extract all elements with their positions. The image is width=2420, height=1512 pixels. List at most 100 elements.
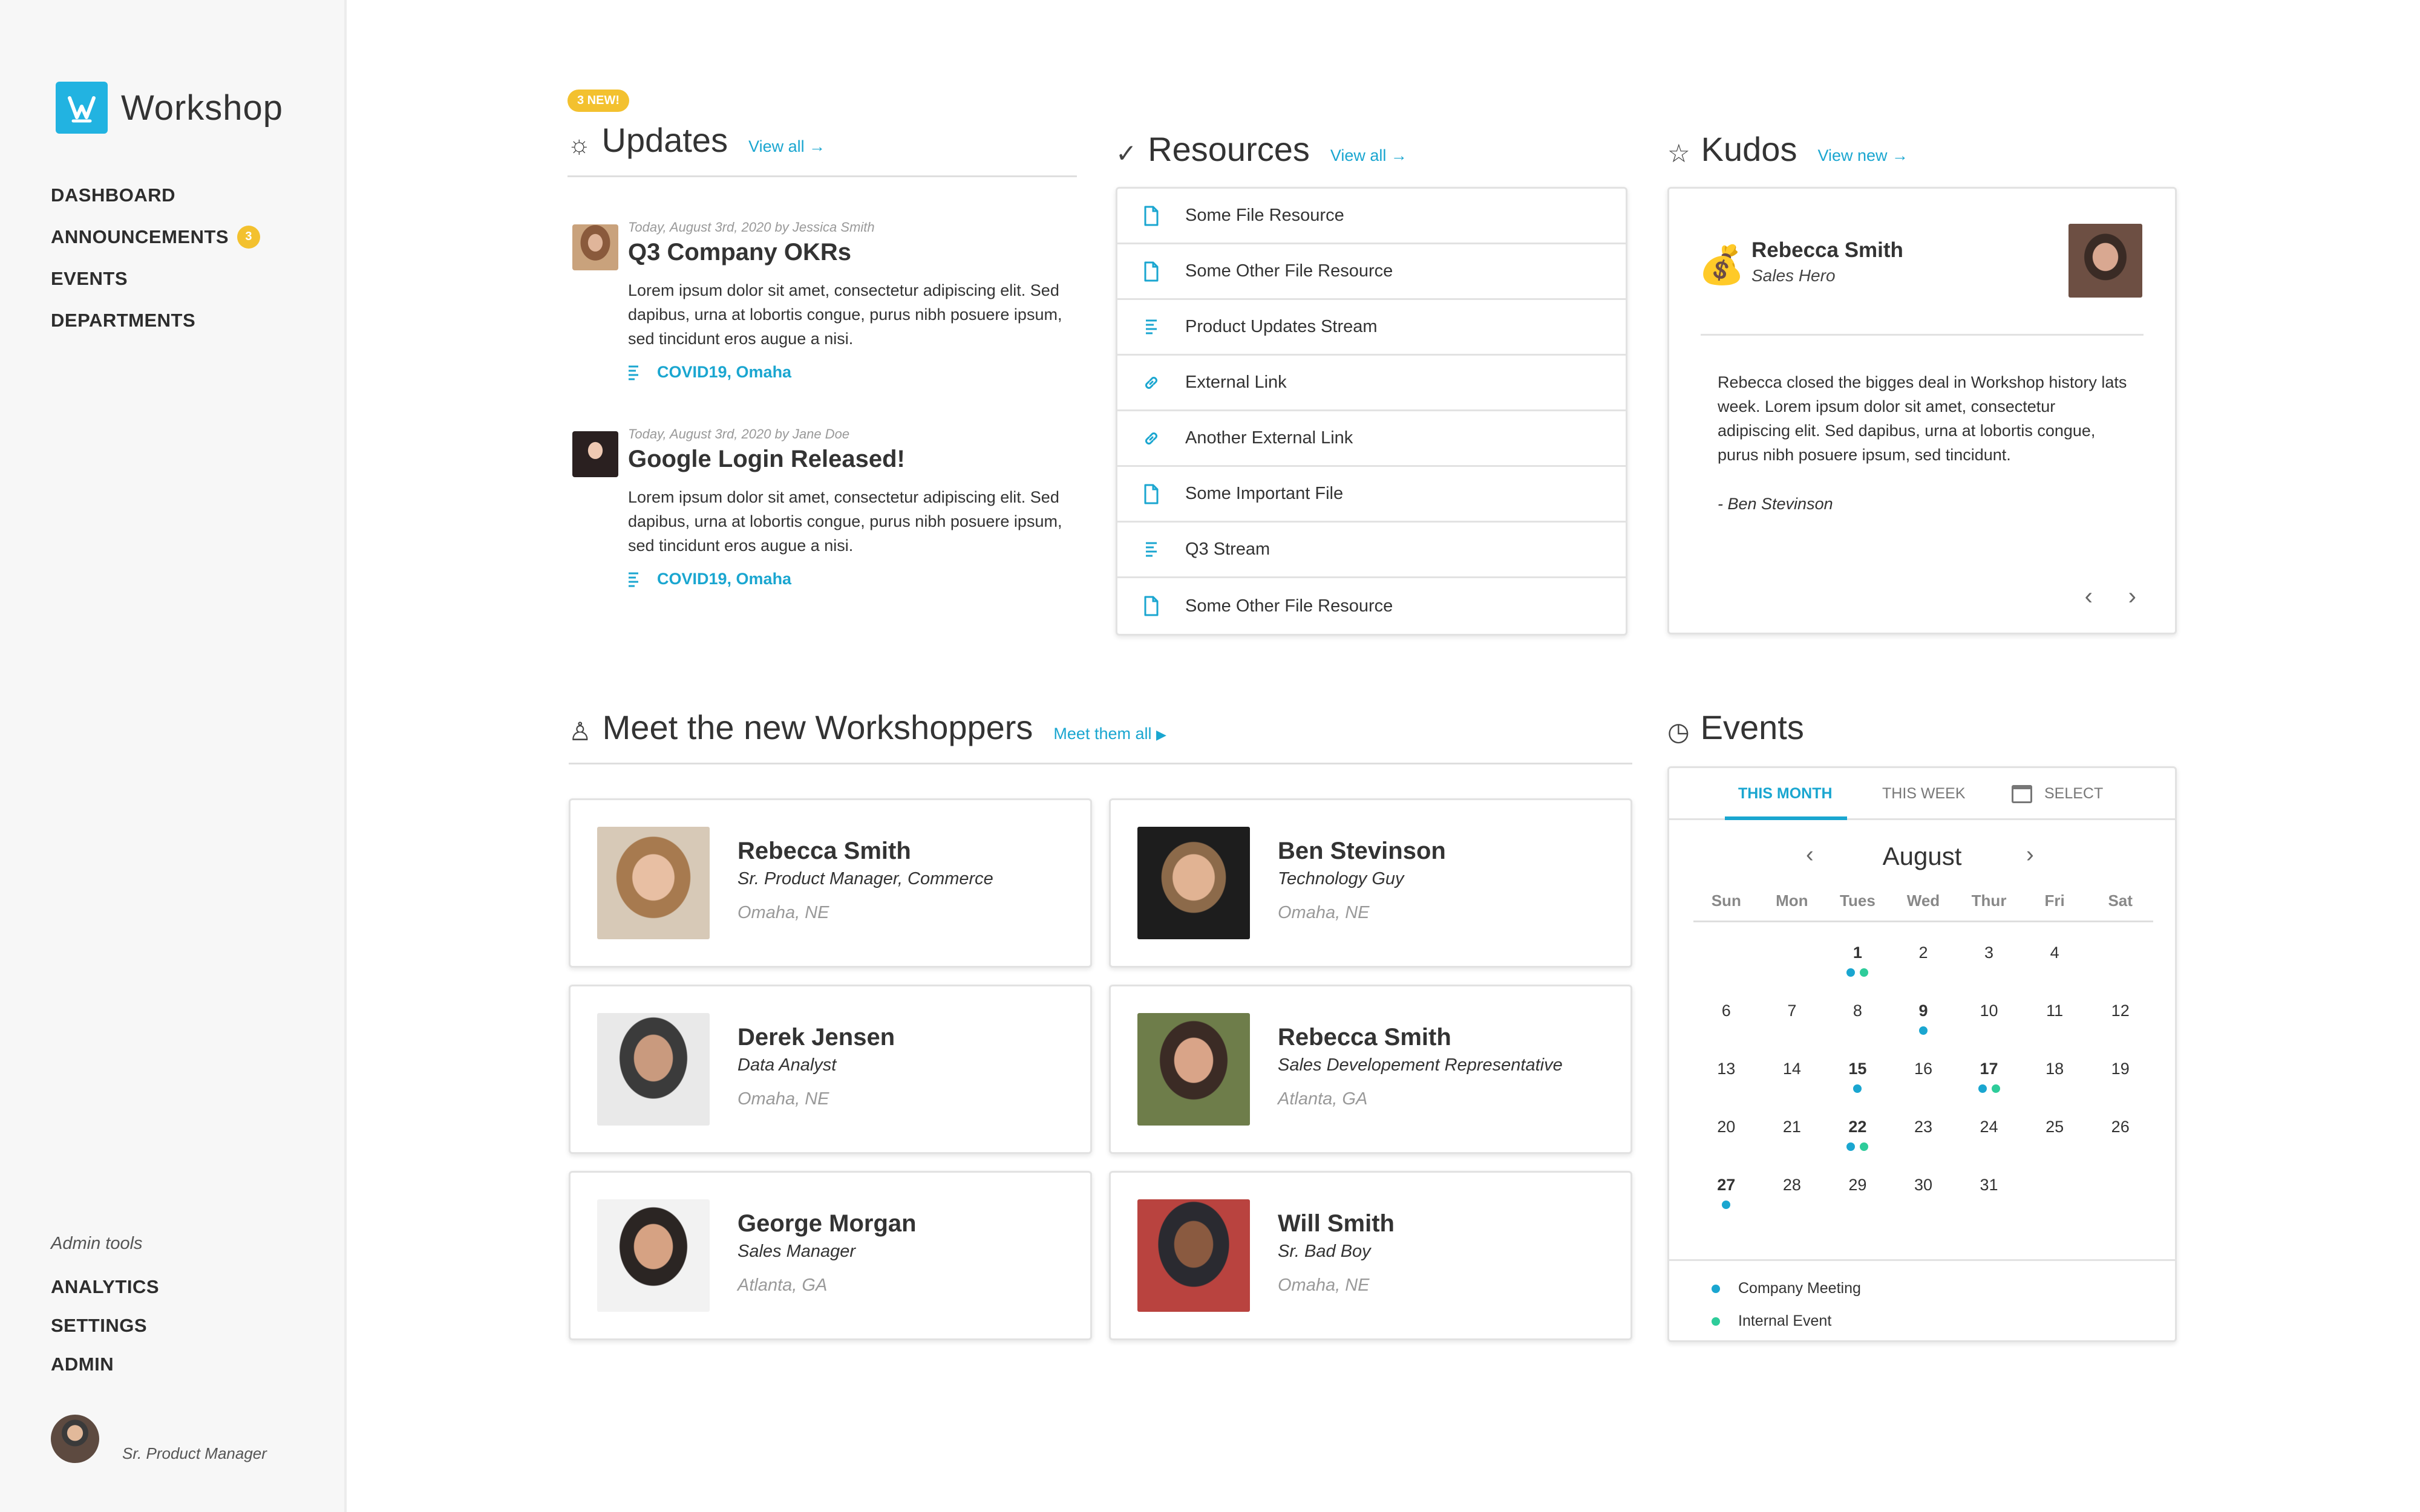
updates-section: 3 NEW! ☼ Updates View all → Today, Augus… [567,90,1077,588]
current-user[interactable]: Sr. Product Manager [51,1414,267,1463]
brand[interactable]: Workshop [56,82,283,134]
divider [1701,334,2144,336]
calendar-day[interactable]: 29 [1825,1176,1891,1234]
person-location: Omaha, NE [737,903,829,922]
person-card[interactable]: Derek Jensen Data Analyst Omaha, NE [569,985,1092,1154]
nav-admin[interactable]: ADMIN [51,1345,159,1384]
view-all-resources-link[interactable]: View all → [1330,146,1407,165]
nav-announcements[interactable]: ANNOUNCEMENTS 3 [51,216,261,258]
person-card[interactable]: Rebecca Smith Sr. Product Manager, Comme… [569,798,1092,968]
sun-icon: ☼ [567,130,591,158]
calendar-day[interactable]: 26 [2087,1118,2153,1176]
tab-select[interactable]: SELECT [2012,785,2103,804]
update-tags[interactable]: COVID19, Omaha [628,570,1077,588]
view-new-kudos-link[interactable]: View new → [1817,146,1908,165]
calendar-day[interactable]: 20 [1693,1118,1759,1176]
calendar-day[interactable]: 16 [1891,1060,1957,1118]
calendar-day[interactable]: 11 [2022,1002,2088,1060]
calendar-day[interactable]: 7 [1759,1002,1825,1060]
divider [569,763,1632,764]
calendar-day[interactable]: 18 [2022,1060,2088,1118]
update-title[interactable]: Google Login Released! [628,446,1077,473]
kudo-signature: - Ben Stevinson [1718,495,1833,513]
calendar-day[interactable]: 15 [1825,1060,1891,1118]
tab-this-week[interactable]: THIS WEEK [1882,785,1966,803]
update-item[interactable]: Today, August 3rd, 2020 by Jessica Smith… [567,220,1077,382]
chevron-right-icon[interactable]: › [2026,842,2034,868]
calendar-day[interactable]: 17 [1956,1060,2022,1118]
resource-item[interactable]: External Link [1117,356,1626,411]
section-title: Meet the new Workshoppers [602,708,1033,746]
calendar-day[interactable]: 2 [1891,943,1957,1002]
calendar-day[interactable]: 28 [1759,1176,1825,1234]
calendar-day[interactable]: 27 [1693,1176,1759,1234]
calendar-day[interactable]: 4 [2022,943,2088,1002]
person-name: Derek Jensen [737,1024,895,1051]
update-title[interactable]: Q3 Company OKRs [628,239,1077,266]
chevron-left-icon[interactable]: ‹ [2085,583,2093,610]
company-meeting-dot [1846,1142,1856,1151]
calendar-day[interactable]: 3 [1956,943,2022,1002]
nav-settings[interactable]: SETTINGS [51,1306,159,1345]
calendar-day[interactable]: 22 [1825,1118,1891,1176]
person-card[interactable]: Will Smith Sr. Bad Boy Omaha, NE [1109,1171,1632,1340]
calendar-grid: 1 2 3 4 6 7 8 9 10 11 12 13 14 15 16 17 18 19 20 21 22 23 24 25… [1693,943,2153,1234]
calendar-day[interactable]: 14 [1759,1060,1825,1118]
calendar-day[interactable]: 13 [1693,1060,1759,1118]
calendar-empty-cell [1693,943,1759,1002]
calendar-day[interactable]: 31 [1956,1176,2022,1234]
nav-departments[interactable]: DEPARTMENTS [51,299,260,341]
section-title: Kudos [1701,130,1797,168]
calendar-day[interactable]: 25 [2022,1118,2088,1176]
person-photo [597,1199,710,1312]
nav-analytics[interactable]: ANALYTICS [51,1268,159,1306]
calendar-day[interactable]: 6 [1693,1002,1759,1060]
person-card[interactable]: Ben Stevinson Technology Guy Omaha, NE [1109,798,1632,968]
resource-item[interactable]: Some Important File [1117,467,1626,523]
author-avatar [572,431,618,477]
company-meeting-dot [1918,1026,1928,1035]
day-number: 24 [1980,1118,1998,1136]
weekday-label: Sun [1711,891,1741,910]
update-tags[interactable]: COVID19, Omaha [628,363,1077,382]
resource-item[interactable]: Another External Link [1117,411,1626,467]
person-name: Ben Stevinson [1278,838,1446,864]
resource-item[interactable]: Product Updates Stream [1117,300,1626,356]
day-number: 26 [2111,1118,2130,1136]
calendar-day[interactable]: 12 [2087,1002,2153,1060]
person-name: George Morgan [737,1210,917,1237]
calendar-day[interactable]: 8 [1825,1002,1891,1060]
resource-item[interactable]: Some File Resource [1117,189,1626,244]
meet-them-all-link[interactable]: Meet them all ▶ [1053,725,1166,743]
money-bag-icon: 💰 [1698,244,1745,286]
update-item[interactable]: Today, August 3rd, 2020 by Jane Doe Goog… [567,426,1077,588]
person-card[interactable]: George Morgan Sales Manager Atlanta, GA [569,1171,1092,1340]
calendar-day[interactable]: 24 [1956,1118,2022,1176]
author-avatar [572,224,618,270]
calendar-day[interactable]: 10 [1956,1002,2022,1060]
calendar-day[interactable]: 19 [2087,1060,2153,1118]
calendar-day[interactable]: 23 [1891,1118,1957,1176]
nav-dashboard[interactable]: DASHBOARD [51,174,260,216]
day-number: 13 [1717,1060,1736,1078]
calendar-day[interactable]: 9 [1891,1002,1957,1060]
calendar-icon [2012,785,2032,804]
person-photo [1137,1013,1250,1126]
stream-icon [629,572,638,587]
tag-list[interactable]: COVID19, Omaha [657,570,791,588]
chevron-right-icon[interactable]: › [2128,583,2136,610]
calendar-day[interactable]: 30 [1891,1176,1957,1234]
resource-item[interactable]: Some Other File Resource [1117,578,1626,634]
nav-label: DEPARTMENTS [51,309,196,331]
tag-list[interactable]: COVID19, Omaha [657,363,791,382]
person-card[interactable]: Rebecca Smith Sales Developement Represe… [1109,985,1632,1154]
day-number: 12 [2111,1002,2130,1020]
calendar-day[interactable]: 1 [1825,943,1891,1002]
tab-this-month[interactable]: THIS MONTH [1738,785,1833,803]
file-icon [1142,483,1161,505]
resource-item[interactable]: Some Other File Resource [1117,244,1626,300]
view-all-updates-link[interactable]: View all → [748,137,825,156]
calendar-day[interactable]: 21 [1759,1118,1825,1176]
nav-events[interactable]: EVENTS [51,258,260,299]
resource-item[interactable]: Q3 Stream [1117,523,1626,578]
